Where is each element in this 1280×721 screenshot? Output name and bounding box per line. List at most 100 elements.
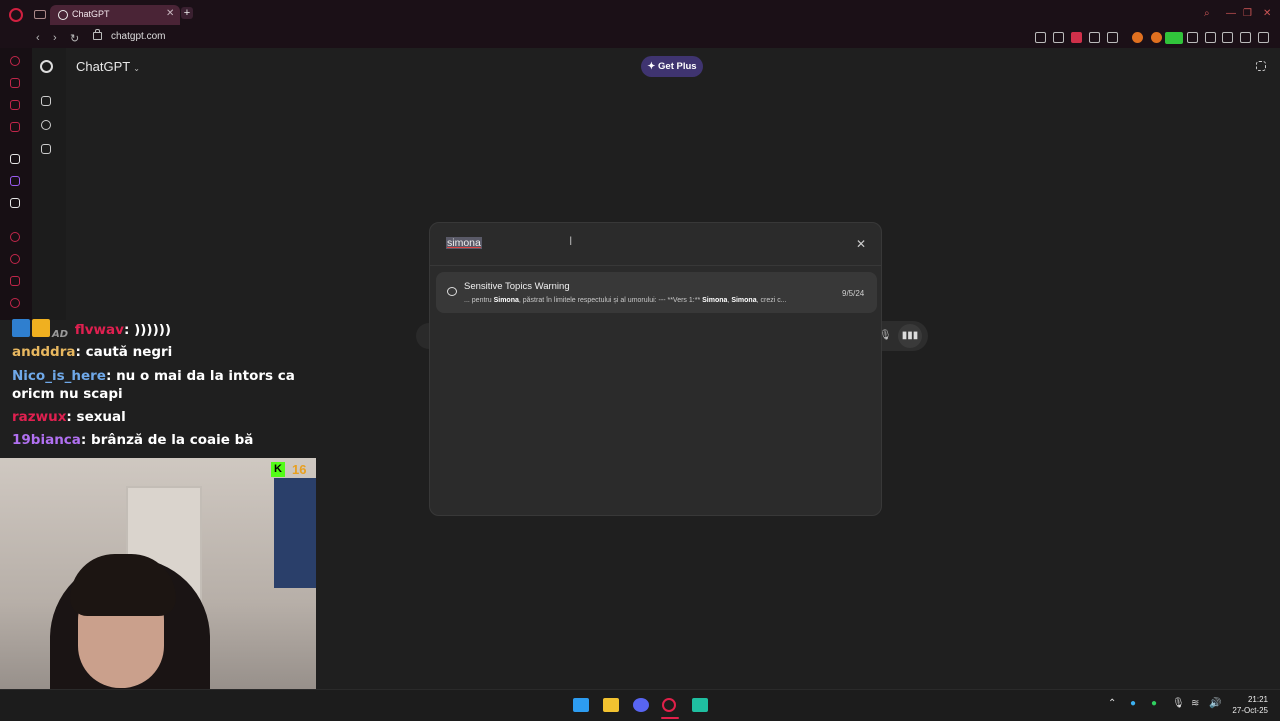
chat-message: razwux: sexual [12,409,126,425]
webcam-tv [274,478,316,588]
url-field[interactable]: chatgpt.com [111,31,165,42]
app-a-icon[interactable] [10,154,20,164]
stream-chat-overlay: AD flvwav: )))))) andddra: caută negri N… [0,318,318,458]
back-icon[interactable]: ‹ [36,32,40,44]
chat-bubble-icon [447,287,457,296]
search-tabs-icon[interactable]: ⌕ [1204,8,1210,19]
lock-icon[interactable] [93,29,102,40]
new-chat-icon[interactable] [41,96,51,106]
close-tab-icon[interactable]: ✕ [166,8,174,19]
result-snippet: ... pentru Simona, păstrat în limitele r… [464,297,787,304]
get-plus-button[interactable]: ✦ Get Plus [641,56,703,77]
library-icon[interactable] [41,144,51,154]
search-result-item[interactable]: Sensitive Topics Warning ... pentru Simo… [436,272,877,313]
voice-mode-button[interactable]: ▮▮▮ [898,324,922,348]
tray-mic-icon[interactable]: 🎙 [1172,698,1185,709]
heart-icon[interactable] [1107,32,1118,43]
reload-icon[interactable]: ↻ [70,32,79,45]
file-explorer-icon[interactable] [603,698,619,712]
active-app-indicator [661,717,679,719]
tray-network-app-icon[interactable]: ● [1130,698,1136,709]
opera-logo-icon[interactable] [9,8,23,22]
opera-taskbar-icon[interactable] [662,698,676,712]
chat-username: Nico_is_here [12,368,106,384]
chat-username: 19bianca [12,432,81,448]
chat-text: caută negri [85,344,173,360]
kick-logo-icon: K [271,462,285,477]
ad-badge-icon: AD [52,329,69,340]
hammer-badge-icon [12,319,30,337]
chat-text: sexual [76,409,126,425]
download-icon[interactable] [1240,32,1251,43]
chatgpt-nav-rail [32,48,66,320]
pocket-icon[interactable] [1071,32,1082,43]
menu-icon[interactable] [1258,32,1269,43]
taskbar-clock[interactable]: 21:21 27-Oct-25 [1232,694,1268,716]
chat-message: Nico_is_here: nu o mai da la intors ca o… [12,368,295,402]
result-title: Sensitive Topics Warning [464,281,570,292]
close-window-icon[interactable]: ✕ [1263,8,1271,19]
temporary-chat-icon[interactable] [1256,61,1266,71]
puzzle-icon[interactable] [1205,32,1216,43]
clock-date: 27-Oct-25 [1232,706,1268,715]
tray-chevron-icon[interactable]: ⌃ [1108,698,1116,709]
x-icon[interactable] [10,198,20,208]
app-teal-icon[interactable] [692,698,708,712]
tab-title: ChatGPT [72,9,110,19]
aria-icon[interactable] [10,56,20,66]
tray-wifi-icon[interactable]: ≋ [1191,698,1199,709]
share-icon[interactable] [1222,32,1233,43]
history-icon[interactable] [10,254,20,264]
maximize-icon[interactable]: ❐ [1243,8,1252,19]
composer-edge [416,323,430,349]
sparkle-icon: ✦ [647,61,659,72]
kick-viewer-count: 16 [292,462,307,477]
get-plus-label: Get Plus [658,61,697,72]
tray-green-icon[interactable]: ● [1151,698,1157,709]
bookmark-icon[interactable] [1035,32,1046,43]
forward-icon[interactable]: › [53,32,57,44]
opera-sidebar [0,48,32,320]
new-tab-button[interactable]: + [181,7,193,19]
workspace-icon[interactable] [10,78,20,88]
snapshot-icon[interactable] [1053,32,1064,43]
chat-message: AD flvwav: )))))) [12,319,312,344]
extension-cookie-icon[interactable] [1151,32,1162,43]
tray-volume-icon[interactable]: 🔊 [1209,698,1221,709]
search-icon[interactable] [41,120,51,130]
crown-badge-icon [32,319,50,337]
chat-username: razwux [12,409,67,425]
close-icon[interactable]: ✕ [856,237,866,251]
minimize-icon[interactable]: — [1226,8,1236,19]
chatgpt-favicon-icon [58,10,68,20]
model-selector[interactable]: ChatGPT ⌄ [76,59,140,74]
address-bar-row: ‹ › ↻ chatgpt.com [0,28,1280,48]
clock-time: 21:21 [1247,695,1268,704]
search-input[interactable]: simona [446,237,482,249]
play-icon[interactable] [1089,32,1100,43]
chat-message: 19bianca: brânză de la coaie bă [12,432,254,448]
tab-chatgpt[interactable]: ChatGPT ✕ [50,5,180,25]
player-icon[interactable] [10,100,20,110]
discord-icon[interactable] [633,698,649,712]
openai-logo-icon[interactable] [40,60,53,73]
settings-icon[interactable] [10,298,20,308]
model-label: ChatGPT [76,59,131,74]
chat-username: andddra [12,344,76,360]
shield-icon[interactable] [1187,32,1198,43]
tab-islands-icon[interactable] [34,10,46,19]
chat-text: brânză de la coaie bă [91,432,254,448]
modal-divider [430,265,881,266]
chat-username: flvwav [74,322,124,338]
chat-text: )))))) [134,322,172,338]
extension-green-icon[interactable] [1165,32,1183,44]
search-chats-modal: simona I ✕ Sensitive Topics Warning ... … [429,222,882,516]
result-date: 9/5/24 [842,289,865,298]
windows-taskbar: ⌃ ● ● 🎙 ≋ 🔊 21:21 27-Oct-25 [0,689,1280,721]
pinboard-icon[interactable] [10,232,20,242]
twitch-icon[interactable] [10,176,20,186]
extensions-icon[interactable] [10,276,20,286]
messenger-icon[interactable] [10,122,20,132]
extension-orange-icon[interactable] [1132,32,1143,43]
windows-start-icon[interactable] [573,698,589,712]
